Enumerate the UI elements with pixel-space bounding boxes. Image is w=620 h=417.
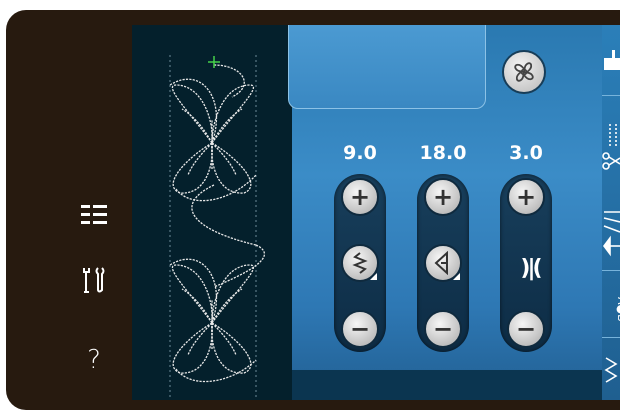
machine-icon[interactable] (602, 37, 620, 81)
stitch-width-minus-button[interactable]: − (341, 310, 379, 348)
stitch-width-plus-button[interactable]: + (341, 178, 379, 216)
help-icon[interactable]: ? (72, 343, 116, 377)
minus-glyph: − (432, 315, 454, 343)
settings-preview-area (288, 25, 486, 109)
stitch-length-plus-button[interactable]: + (424, 178, 462, 216)
minus-glyph: − (349, 315, 371, 343)
toolbar-divider (602, 95, 620, 96)
right-toolbar: A●B (602, 25, 620, 400)
stitch-density-minus-button[interactable]: − (507, 310, 545, 348)
cut-thread-icon[interactable] (602, 115, 620, 175)
stitch-width-pill: + − (334, 174, 386, 352)
stitch-preview-panel (132, 25, 292, 400)
help-glyph: ? (87, 345, 101, 375)
tools-icon[interactable] (72, 263, 116, 297)
plus-glyph: + (432, 183, 454, 211)
mirror-density-icon[interactable]: )|( (504, 256, 556, 281)
stitch-density-pill: + )|( − (500, 174, 552, 352)
stitch-density-value: 3.0 (509, 142, 543, 164)
submenu-indicator (370, 273, 377, 280)
minus-glyph: − (515, 315, 537, 343)
stitch-width-value: 9.0 (343, 142, 377, 164)
stitch-length-minus-button[interactable]: − (424, 310, 462, 348)
zigzag-icon[interactable] (602, 345, 620, 395)
stitch-width-icon (352, 252, 368, 274)
fan-icon[interactable] (502, 50, 546, 94)
stitch-options-icon[interactable] (602, 203, 620, 263)
svg-text:A●B: A●B (615, 297, 620, 322)
stitch-width-mode-button[interactable] (341, 244, 379, 282)
stitch-length-mode-button[interactable] (424, 244, 462, 282)
toolbar-divider (602, 337, 620, 338)
plus-glyph: + (349, 183, 371, 211)
stitch-pattern-preview (169, 55, 265, 400)
text-abc-icon[interactable]: A●B (602, 280, 620, 330)
stitch-density-plus-button[interactable]: + (507, 178, 545, 216)
stitch-length-value: 18.0 (419, 142, 467, 164)
submenu-indicator (453, 273, 460, 280)
bottom-strip (292, 370, 602, 400)
stitch-length-pill: + − (417, 174, 469, 352)
toolbar-divider (602, 270, 620, 271)
sewing-screen: 9.0 + − 18.0 + − 3.0 +)|(− A●B (132, 25, 620, 400)
menu-list-icon[interactable] (72, 198, 116, 232)
device-frame: ? 9.0 + − 18.0 + − 3.0 +)|(− A●B (6, 10, 620, 410)
plus-glyph: + (515, 183, 537, 211)
stitch-length-icon (434, 251, 448, 275)
